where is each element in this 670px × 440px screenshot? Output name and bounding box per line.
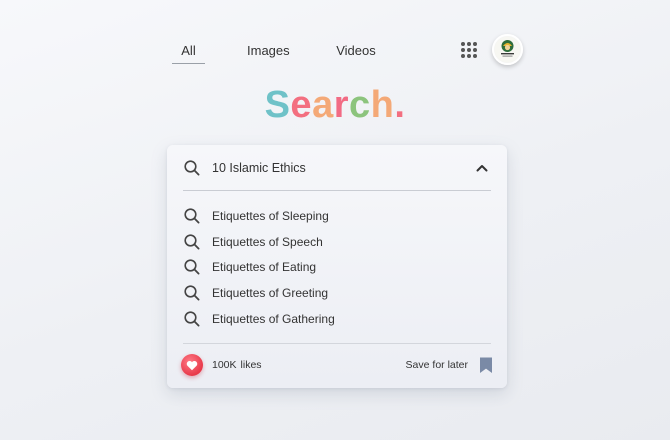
logo-letter: h	[370, 84, 395, 126]
search-icon	[184, 159, 200, 176]
top-nav: All Images Videos	[172, 38, 377, 64]
search-icon	[184, 311, 200, 327]
logo-letter: e	[290, 84, 313, 126]
suggestion-label: Etiquettes of Gathering	[212, 312, 335, 327]
search-card: 10 Islamic Ethics Etiquettes of Sleeping…	[167, 145, 507, 388]
suggestion-item[interactable]: Etiquettes of Eating	[183, 255, 491, 281]
suggestion-label: Etiquettes of Speech	[212, 234, 323, 249]
tab-videos[interactable]: Videos	[335, 38, 377, 64]
suggestion-item[interactable]: Etiquettes of Gathering	[183, 306, 491, 332]
heart-icon	[186, 360, 198, 370]
search-bar[interactable]: 10 Islamic Ethics	[183, 145, 491, 191]
search-icon	[184, 285, 200, 301]
like-button[interactable]	[181, 354, 203, 376]
search-icon	[184, 208, 200, 224]
search-icon	[184, 259, 200, 275]
search-input[interactable]: 10 Islamic Ethics	[212, 161, 475, 175]
logo-letter: c	[349, 84, 371, 126]
suggestion-list: Etiquettes of Sleeping Etiquettes of Spe…	[183, 203, 491, 332]
logo-letter: .	[394, 84, 406, 126]
suggestion-item[interactable]: Etiquettes of Speech	[183, 229, 491, 255]
logo-letter: S	[264, 84, 291, 126]
apps-grid-icon[interactable]	[461, 42, 477, 58]
search-logo: Search.	[0, 82, 670, 128]
chevron-up-icon[interactable]	[475, 161, 489, 175]
tab-all[interactable]: All	[172, 38, 205, 64]
logo-letter: a	[312, 84, 334, 126]
likes-number: 100K	[212, 359, 237, 371]
tab-images[interactable]: Images	[247, 38, 290, 64]
search-icon	[184, 234, 200, 250]
card-footer: 100K likes Save for later	[181, 351, 493, 379]
suggestion-label: Etiquettes of Greeting	[212, 286, 329, 301]
bookmark-icon[interactable]	[479, 356, 493, 374]
logo-letter: r	[333, 84, 349, 126]
suggestion-label: Etiquettes of Sleeping	[212, 208, 329, 223]
suggestion-item[interactable]: Etiquettes of Greeting	[183, 280, 491, 306]
footer-divider	[183, 343, 491, 344]
avatar[interactable]	[492, 34, 523, 65]
likes-count: 100K likes	[212, 359, 262, 371]
suggestion-item[interactable]: Etiquettes of Sleeping	[183, 203, 491, 229]
save-for-later-link[interactable]: Save for later	[406, 359, 468, 371]
avatar-emblem-icon	[494, 36, 521, 63]
likes-label: likes	[240, 359, 262, 371]
suggestion-label: Etiquettes of Eating	[212, 260, 317, 275]
